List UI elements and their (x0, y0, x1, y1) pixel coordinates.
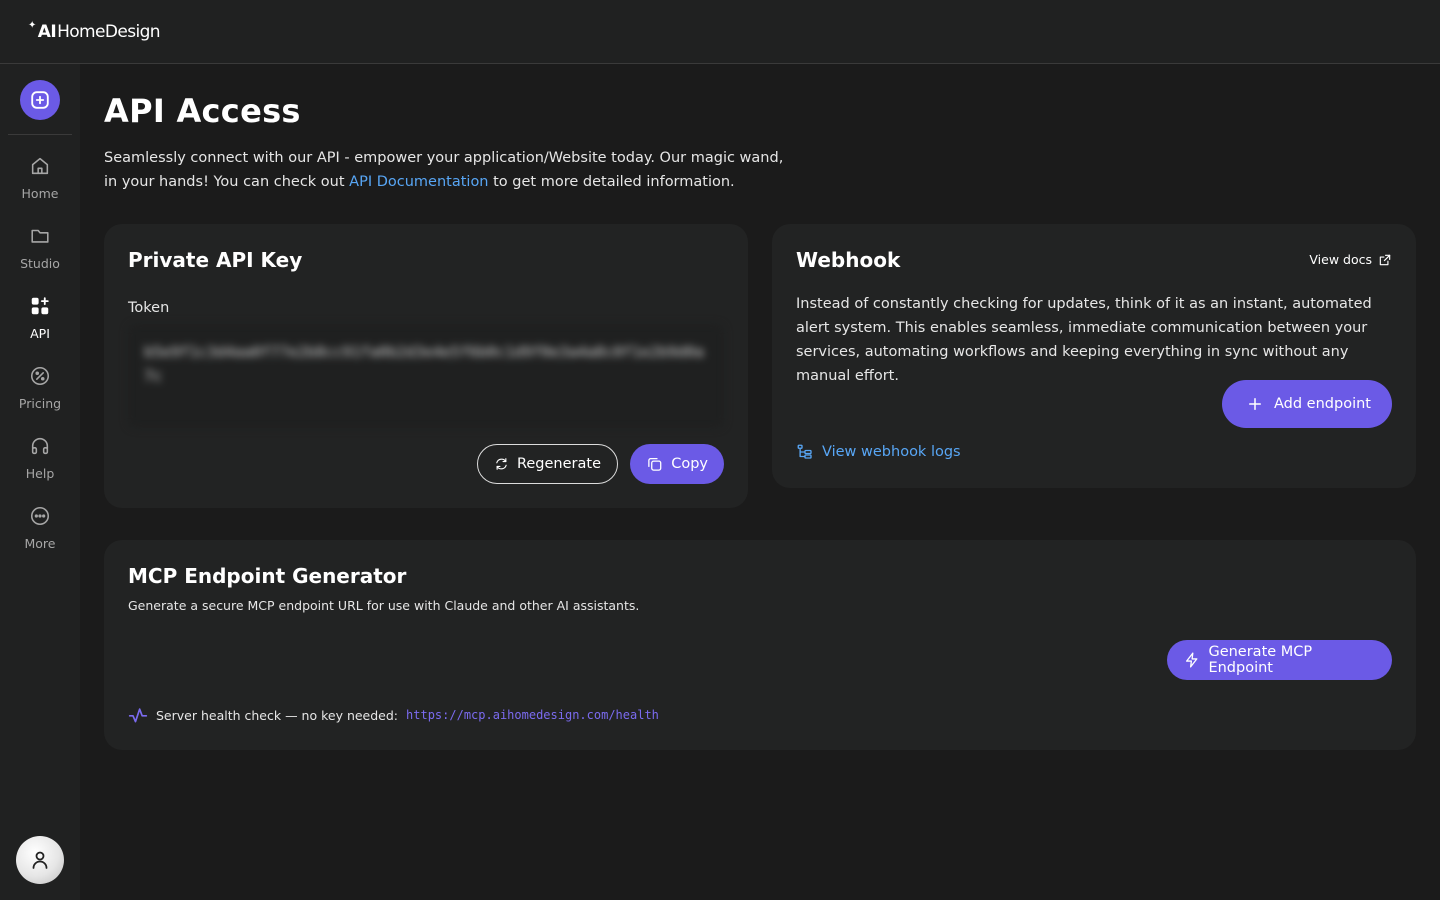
sidebar-item-label: Home (21, 186, 59, 201)
sidebar-item-api[interactable]: API (0, 294, 80, 354)
sidebar-item-label: Pricing (18, 396, 62, 411)
page-title: API Access (104, 92, 301, 130)
api-key-title: Private API Key (128, 248, 303, 272)
private-api-key-card: Private API Key Token b5e9f1c3d4aa0f77e2… (104, 224, 748, 508)
user-icon (32, 851, 48, 869)
sidebar-item-pricing[interactable]: Pricing (0, 364, 80, 424)
regenerate-button[interactable]: Regenerate (477, 444, 618, 484)
more-icon (28, 504, 52, 528)
home-icon (28, 154, 52, 178)
percent-icon (28, 364, 52, 388)
view-webhook-logs-label: View webhook logs (822, 444, 961, 460)
sidebar-item-more[interactable]: More (0, 504, 80, 564)
sidebar-item-label: API (30, 326, 50, 341)
copy-label: Copy (671, 456, 708, 472)
sidebar-divider (8, 134, 72, 135)
view-webhook-logs-link[interactable]: View webhook logs (796, 443, 961, 461)
headphones-icon (28, 434, 52, 458)
external-link-icon (1379, 254, 1391, 265)
page-intro: Seamlessly connect with our API - empowe… (104, 146, 784, 194)
pulse-icon (128, 708, 148, 723)
sidebar-item-studio[interactable]: Studio (0, 224, 80, 284)
top-bar: ✦ AI HomeDesign (0, 0, 1440, 64)
api-documentation-link[interactable]: API Documentation (349, 174, 488, 190)
webhook-title: Webhook (796, 248, 901, 272)
new-project-button[interactable] (20, 80, 60, 120)
token-label: Token (128, 300, 170, 316)
regenerate-label: Regenerate (516, 456, 601, 472)
tree-list-icon (797, 444, 812, 459)
add-endpoint-label: Add endpoint (1274, 396, 1371, 412)
token-value[interactable]: b5e9f1c3d4aa0f77e2b8cc91fa0b2d3e4e5f6b0c… (128, 324, 724, 428)
lightning-icon (1185, 652, 1198, 668)
webhook-card: Webhook View docs Instead of constantly … (772, 224, 1416, 488)
sparkle-icon: ✦ (28, 20, 36, 31)
generate-mcp-endpoint-button[interactable]: Generate MCP Endpoint (1167, 640, 1392, 680)
generate-mcp-endpoint-label: Generate MCP Endpoint (1208, 644, 1313, 676)
health-check-text: Server health check — no key needed: (156, 707, 399, 723)
health-check-url[interactable]: https://mcp.aihomedesign.com/health (406, 708, 659, 722)
brand-ai: AI (37, 21, 57, 42)
grid-plus-icon (28, 294, 52, 318)
copy-icon (648, 457, 662, 471)
sidebar-item-home[interactable]: Home (0, 154, 80, 214)
sidebar: Home Studio API Pricing Help More (0, 64, 80, 900)
mcp-subtitle: Generate a secure MCP endpoint URL for u… (128, 598, 640, 613)
mcp-title: MCP Endpoint Generator (128, 564, 407, 588)
copy-button[interactable]: Copy (630, 444, 724, 484)
folder-icon (28, 224, 52, 248)
add-endpoint-button[interactable]: Add endpoint (1222, 380, 1392, 428)
plus-icon (1249, 398, 1261, 410)
intro-text-end: to get more detailed information. (488, 174, 735, 190)
refresh-icon (496, 458, 507, 470)
plus-square-icon (31, 91, 49, 109)
sidebar-item-label: More (24, 536, 56, 551)
view-docs-link[interactable]: View docs (1309, 252, 1392, 267)
user-avatar[interactable] (16, 836, 64, 884)
sidebar-item-label: Studio (20, 256, 60, 271)
brand-name: HomeDesign (57, 21, 161, 42)
sidebar-item-help[interactable]: Help (0, 434, 80, 494)
brand-logo[interactable]: ✦ AI HomeDesign (28, 20, 161, 42)
sidebar-item-label: Help (25, 466, 55, 481)
health-check-row: Server health check — no key needed: htt… (128, 705, 659, 725)
mcp-endpoint-card: MCP Endpoint Generator Generate a secure… (104, 540, 1416, 750)
webhook-description: Instead of constantly checking for updat… (796, 296, 1372, 384)
view-docs-label: View docs (1309, 252, 1372, 267)
